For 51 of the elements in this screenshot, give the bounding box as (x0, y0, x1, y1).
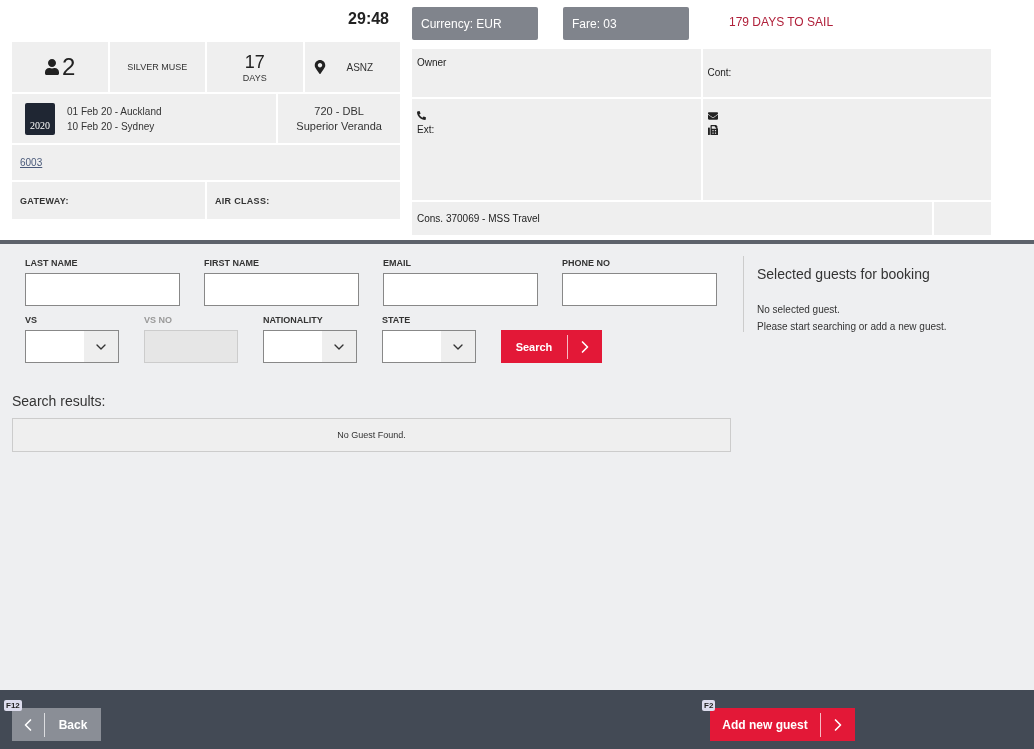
panel-title: Selected guests for booking (757, 266, 931, 282)
envelope-icon (707, 111, 718, 121)
info-pill: Fare: 03 (563, 7, 689, 40)
field-label: VS (25, 315, 38, 325)
owner-label: Owner (417, 57, 448, 68)
shortcut-key-badge: F12 (4, 700, 22, 711)
info-pill: Currency: EUR (412, 7, 538, 40)
days-label: DAYS (242, 72, 267, 83)
days-number: 17 (244, 51, 265, 73)
region-code: ASNZ (346, 61, 374, 73)
calendar-year: 2020 (30, 119, 50, 131)
itinerary-line: 10 Feb 20 - Sydney (67, 119, 155, 134)
extension-label: Ext: (417, 124, 436, 135)
field-label: LAST NAME (25, 258, 79, 268)
itinerary-line: 01 Feb 20 - Auckland (67, 104, 162, 119)
cabin-line: Superior Veranda (296, 118, 382, 134)
field-label: NATIONALITY (263, 315, 324, 325)
fax-icon (707, 125, 718, 135)
field-label: PHONE NO (562, 258, 611, 268)
back-button[interactable]: Back (12, 708, 101, 741)
results-message: No Guest Found. (12, 418, 731, 452)
shortcut-key-badge: F2 (702, 700, 716, 711)
days-to-sail: 179 DAYS TO SAIL (729, 15, 834, 29)
map-pin-icon (312, 60, 327, 74)
person-icon (44, 59, 61, 75)
input-field[interactable] (25, 273, 180, 306)
phone-icon (417, 111, 426, 120)
contact-label: Cont: (707, 67, 733, 78)
consultant-name: Cons. 370069 - MSS Travel (417, 213, 541, 224)
panel-message: No selected guest. (757, 303, 841, 317)
input-field[interactable] (562, 273, 717, 306)
panel-message: Please start searching or add a new guest. (757, 320, 947, 334)
select-field[interactable] (263, 330, 357, 363)
field-label: EMAIL (383, 258, 412, 268)
add-guest-button[interactable]: Add new guest (710, 708, 855, 741)
field-label: VS NO (144, 315, 173, 325)
field-label: FIRST NAME (204, 258, 260, 268)
ship-name: SILVER MUSE (127, 62, 188, 72)
guest-count: 2 (62, 53, 76, 81)
search-button[interactable]: Search (501, 330, 602, 363)
air-class-label: AIR CLASS: (215, 195, 270, 206)
input-field[interactable] (204, 273, 359, 306)
select-field[interactable] (25, 330, 119, 363)
input-field[interactable] (383, 273, 538, 306)
cabin-line: 720 - DBL (314, 103, 364, 119)
gateway-label: GATEWAY: (20, 195, 69, 206)
booking-link[interactable]: 6003 (20, 157, 43, 168)
results-heading: Search results: (12, 393, 107, 409)
select-field[interactable] (382, 330, 476, 363)
countdown-timer: 29:48 (348, 10, 389, 28)
field-label: STATE (382, 315, 412, 325)
